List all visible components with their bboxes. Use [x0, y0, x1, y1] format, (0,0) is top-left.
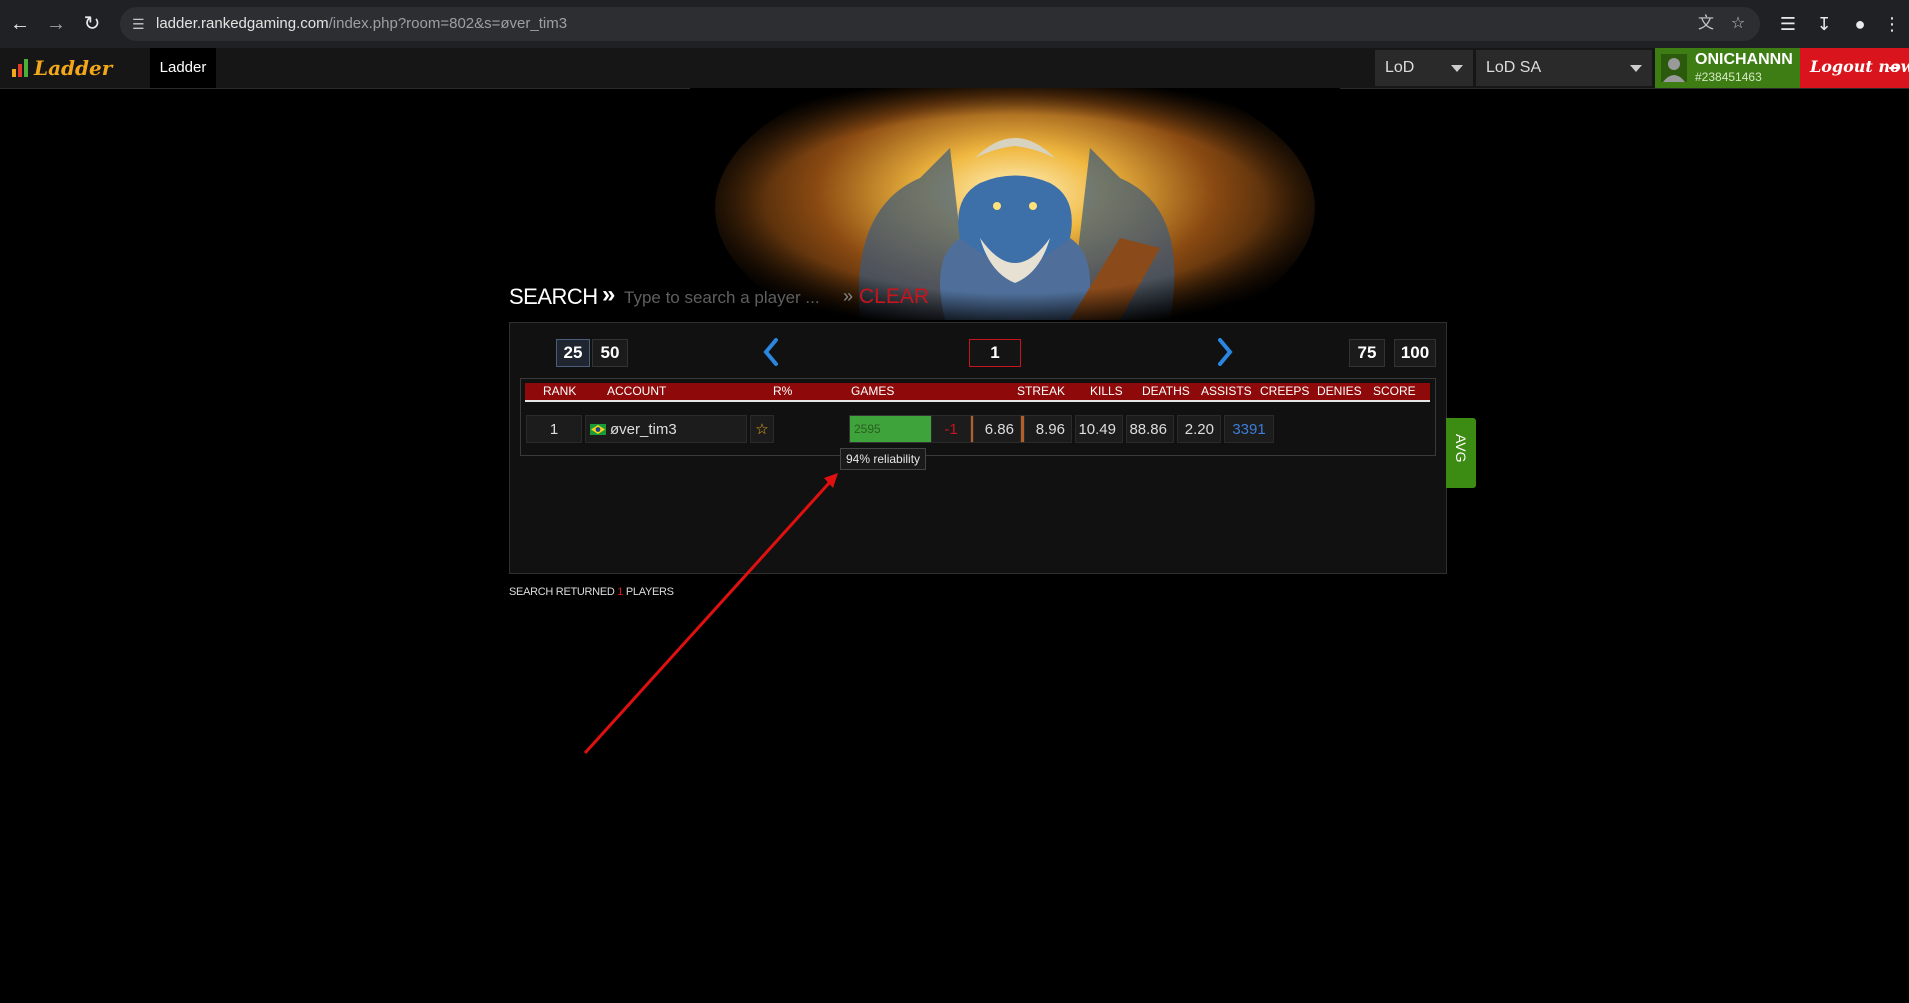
row-denies: 2.20 — [1177, 415, 1221, 443]
logout-arrow-icon: ➜ — [1888, 60, 1902, 77]
clear-button[interactable]: CLEAR — [859, 285, 929, 309]
page-size-50-button[interactable]: 50 — [592, 339, 628, 367]
site-header: Ladder Ladder LoD LoD SA ONICHANNN #2384… — [0, 48, 1909, 89]
page-size-75-button[interactable]: 75 — [1349, 339, 1385, 367]
row-streak: -1 — [931, 415, 971, 443]
games-count: 2595 — [854, 422, 881, 436]
star-bookmark-icon[interactable]: ☆ — [1728, 15, 1748, 33]
url-host: ladder.rankedgaming.com — [156, 15, 329, 32]
ladder-table: RANK ACCOUNT R% GAMES STREAK KILLS DEATH… — [520, 378, 1436, 470]
column-header-kills[interactable]: KILLS — [1090, 383, 1123, 400]
back-arrow-icon[interactable]: ← — [8, 12, 32, 36]
column-header-rank[interactable]: RANK — [543, 383, 576, 400]
column-header-denies[interactable]: DENIES — [1317, 383, 1362, 400]
table-header: RANK ACCOUNT R% GAMES STREAK KILLS DEATH… — [525, 383, 1430, 402]
row-score: 3391 — [1224, 415, 1274, 443]
row-deaths: 8.96 — [1024, 415, 1072, 443]
user-silhouette-icon — [1661, 54, 1687, 82]
current-page-indicator: 1 — [969, 339, 1021, 367]
user-id: #238451463 — [1695, 70, 1762, 84]
row-creeps: 88.86 — [1126, 415, 1174, 443]
browser-toolbar: ← → ↻ ☰ ladder.rankedgaming.com/index.ph… — [0, 0, 1909, 48]
url-text[interactable]: ladder.rankedgaming.com/index.php?room=8… — [156, 15, 567, 33]
column-header-streak[interactable]: STREAK — [1017, 383, 1065, 400]
account-name-link[interactable]: øver_tim3 — [610, 421, 677, 438]
mode-select-value: LoD — [1385, 59, 1415, 76]
results-count: 1 — [617, 586, 624, 598]
site-info-icon[interactable]: ☰ — [132, 15, 150, 33]
translate-icon[interactable]: 文 — [1696, 15, 1716, 33]
user-name: ONICHANNN — [1695, 51, 1793, 68]
column-header-account[interactable]: ACCOUNT — [607, 383, 666, 400]
brazil-flag-icon — [590, 424, 606, 435]
column-header-deaths[interactable]: DEATHS — [1142, 383, 1190, 400]
column-header-creeps[interactable]: CREEPS — [1260, 383, 1309, 400]
forward-arrow-icon[interactable]: → — [44, 12, 68, 36]
region-select[interactable]: LoD SA — [1476, 50, 1652, 86]
mode-select[interactable]: LoD — [1375, 50, 1473, 86]
search-results-summary: SEARCH RETURNED 1 PLAYERS — [509, 586, 674, 598]
row-assists: 10.49 — [1075, 415, 1123, 443]
avg-tab-label: AVG — [1453, 434, 1469, 463]
reload-icon[interactable]: ↻ — [80, 12, 104, 36]
row-rank: 1 — [526, 415, 582, 443]
results-suffix: PLAYERS — [625, 586, 674, 598]
row-account[interactable]: øver_tim3 — [585, 415, 747, 443]
clear-separator: » — [843, 286, 854, 306]
logo-text: Ladder — [34, 56, 113, 80]
page-size-100-button[interactable]: 100 — [1394, 339, 1436, 367]
results-prefix: SEARCH RETURNED — [509, 586, 615, 598]
column-header-games[interactable]: GAMES — [851, 383, 894, 400]
chevron-left-icon[interactable] — [762, 338, 780, 366]
column-header-score[interactable]: SCORE — [1373, 383, 1416, 400]
page-size-25-button[interactable]: 25 — [556, 339, 590, 367]
search-separator: » — [602, 281, 616, 308]
column-header-assists[interactable]: ASSISTS — [1201, 383, 1252, 400]
row-kills: 6.86 — [973, 415, 1021, 443]
ladder-logo[interactable]: Ladder — [12, 54, 112, 82]
star-icon[interactable]: ☆ — [750, 415, 774, 443]
download-icon[interactable]: ↧ — [1812, 12, 1836, 36]
media-queue-icon[interactable]: ☰ — [1776, 12, 1800, 36]
address-bar[interactable]: ☰ ladder.rankedgaming.com/index.php?room… — [120, 7, 1760, 41]
menu-kebab-icon[interactable]: ⋮ — [1880, 12, 1904, 36]
reliability-tooltip: 94% reliability — [840, 448, 927, 470]
search-input[interactable] — [622, 284, 836, 312]
user-profile[interactable]: ONICHANNN #238451463 — [1655, 48, 1800, 88]
url-path: /index.php?room=802&s=øver_tim3 — [328, 15, 568, 32]
bar-chart-logo-icon — [12, 59, 28, 77]
profile-icon[interactable]: ● — [1848, 12, 1872, 36]
column-header-reliability[interactable]: R% — [773, 383, 792, 400]
nav-tab-ladder[interactable]: Ladder — [150, 48, 216, 88]
region-select-value: LoD SA — [1486, 59, 1542, 76]
chevron-right-icon[interactable] — [1216, 338, 1234, 366]
search-label: SEARCH — [509, 284, 598, 309]
chevron-down-icon — [1630, 65, 1642, 72]
chevron-down-icon — [1451, 65, 1463, 72]
ladder-panel: 25 50 1 75 100 RANK ACCOUNT R% GAMES STR… — [509, 322, 1447, 574]
logout-button[interactable]: Logout now ➜ — [1800, 48, 1909, 88]
avg-tab[interactable]: AVG — [1446, 418, 1476, 488]
